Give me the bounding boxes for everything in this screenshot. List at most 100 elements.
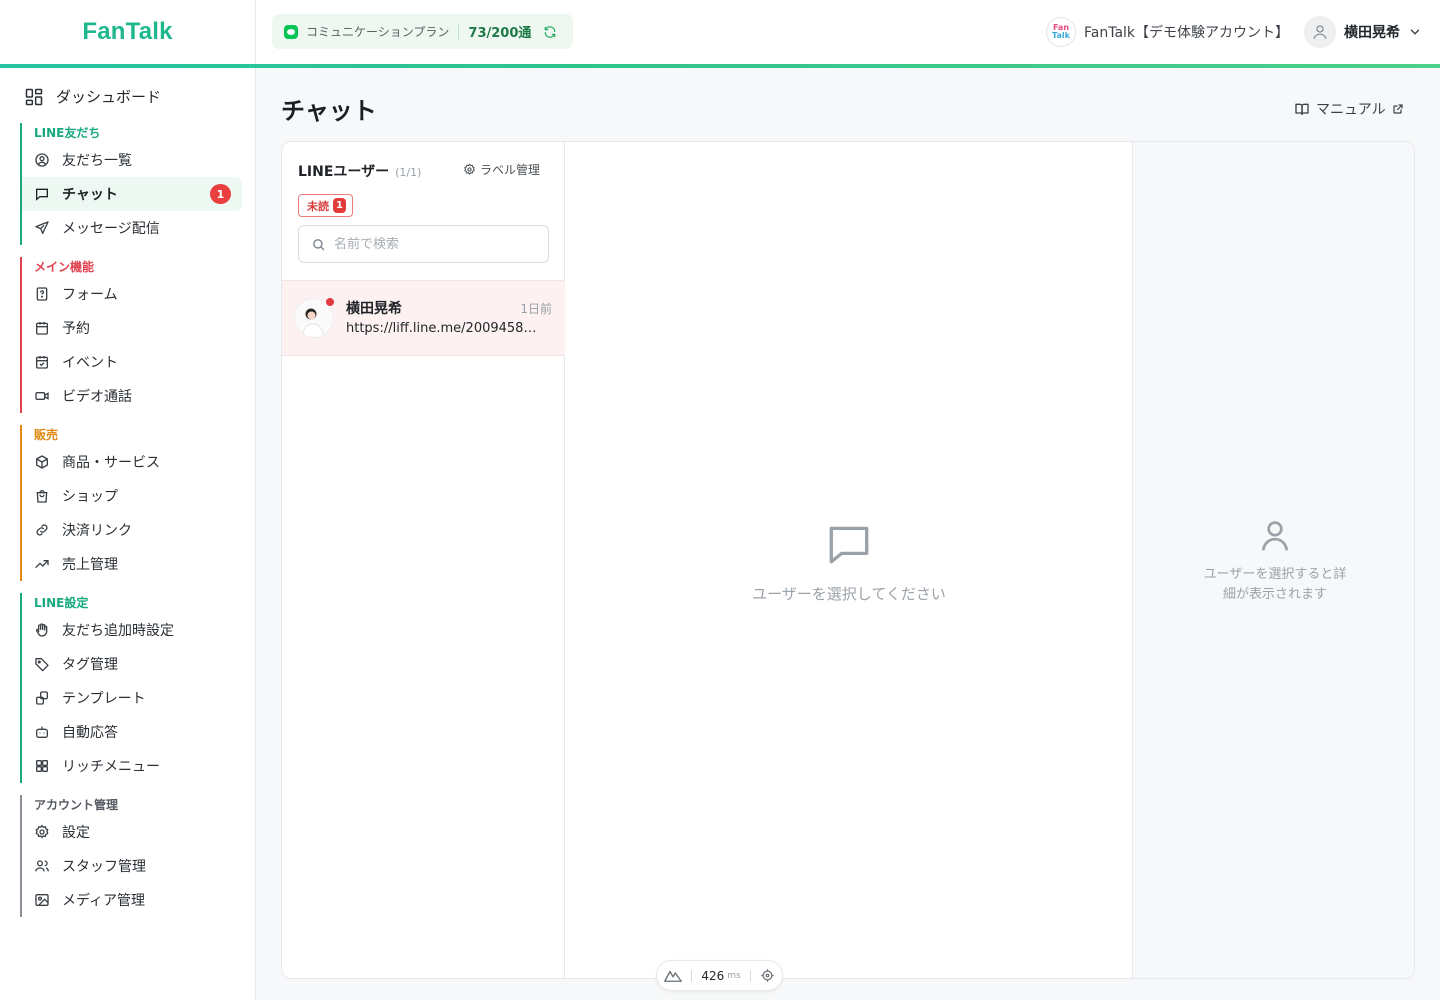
conversation-name: 横田晃希 (346, 301, 402, 317)
top-header: FanTalk コミュニケーションプラン 73/200通 Fan Talk Fan… (0, 0, 1440, 65)
sidebar-item-label: メディア管理 (62, 893, 146, 909)
sidebar-item-staff-management[interactable]: スタッフ管理 (22, 849, 242, 883)
calendar-icon (36, 322, 48, 335)
fantalk-logo[interactable]: FanTalk (82, 18, 172, 46)
sidebar-item-label: 自動応答 (62, 725, 118, 741)
gear-icon (464, 163, 475, 175)
chat-empty-state: ユーザーを選択してください (566, 142, 1132, 978)
sidebar-group-title: LINE設定 (34, 596, 89, 610)
label-manage-button[interactable]: ラベル管理 (463, 161, 540, 178)
sidebar-item-friends-list[interactable]: 友だち一覧 (22, 143, 242, 177)
conversation-item[interactable]: 横田晃希 1日前 https://liff.line.me/2009458… (282, 280, 565, 356)
sidebar-item-template[interactable]: テンプレート (22, 681, 242, 715)
form-icon (36, 287, 48, 301)
divider (458, 22, 460, 41)
sidebar-item-friend-add-settings[interactable]: 友だち追加時設定 (22, 613, 242, 647)
sidebar-item-shop[interactable]: ショップ (22, 479, 242, 513)
search-box (298, 225, 549, 263)
sidebar-item-form[interactable]: フォーム (22, 277, 242, 311)
user-icon (1261, 521, 1289, 551)
external-link-icon (1392, 104, 1403, 114)
chevron-down-icon (1410, 29, 1420, 35)
divider (691, 969, 693, 982)
chat-empty-text: ユーザーを選択してください (752, 584, 946, 603)
detail-empty-state: ユーザーを選択すると詳細が表示されます (1133, 142, 1414, 978)
label-manage-label: ラベル管理 (480, 163, 541, 177)
dashboard-icon (25, 88, 43, 105)
sidebar-group-title: メイン機能 (34, 260, 95, 274)
sidebar-item-label: スタッフ管理 (62, 859, 146, 875)
user-menu[interactable]: 横田晃希 (1304, 16, 1422, 48)
account-switcher[interactable]: Fan Talk FanTalk【デモ体験アカウント】 (1046, 17, 1289, 47)
sidebar-item-sales-management[interactable]: 売上管理 (22, 547, 242, 581)
plan-name: コミュニケーションプラン (306, 25, 450, 39)
sidebar-group-line-settings: LINE設定 友だち追加時設定 タグ管理 テンプレート 自動応答 リッチメニュー (20, 593, 242, 783)
manual-link[interactable]: マニュアル (1294, 99, 1404, 119)
refresh-icon[interactable] (543, 25, 557, 39)
plan-usage-count: 73/200通 (468, 26, 532, 41)
unread-count: 1 (333, 198, 346, 213)
crosshair-icon[interactable] (760, 968, 775, 983)
sidebar: ダッシュボード LINE友だち 友だち一覧 チャット 1 メッセージ配信 メイン… (0, 68, 256, 1000)
unread-filter-chip[interactable]: 未読 1 (298, 194, 353, 217)
sidebar-item-label: リッチメニュー (62, 759, 160, 775)
account-logo: Fan Talk (1046, 17, 1076, 47)
book-icon (1295, 103, 1309, 115)
link-icon (36, 524, 48, 536)
gear-icon (35, 824, 49, 839)
conversation-time: 1日前 (520, 302, 552, 316)
sidebar-item-dashboard[interactable]: ダッシュボード (24, 86, 161, 107)
sidebar-group-main-features: メイン機能 フォーム 予約 イベント ビデオ通話 (20, 257, 242, 413)
users-icon (35, 860, 49, 872)
user-list-count: (1/1) (395, 166, 422, 179)
chat-panel: LINEユーザー (1/1) ラベル管理 未読 1 横田晃希 1日前 https… (281, 141, 1415, 979)
render-time-value: 426 (701, 968, 725, 983)
sidebar-item-media-management[interactable]: メディア管理 (22, 883, 242, 917)
sidebar-item-label: タグ管理 (62, 657, 118, 673)
detail-empty-text: ユーザーを選択すると詳細が表示されます (1203, 567, 1347, 602)
account-name: FanTalk【デモ体験アカウント】 (1084, 25, 1290, 41)
sidebar-item-label: 設定 (62, 825, 90, 841)
sidebar-item-rich-menu[interactable]: リッチメニュー (22, 749, 242, 783)
sidebar-group-title: 販売 (34, 428, 59, 442)
image-icon (35, 894, 49, 906)
sidebar-item-reservation[interactable]: 予約 (22, 311, 242, 345)
sidebar-item-label: 友だち追加時設定 (62, 623, 174, 639)
dev-toolbar: 426 ms (656, 960, 783, 991)
sidebar-group-account: アカウント管理 設定 スタッフ管理 メディア管理 (20, 795, 242, 917)
user-list-title: LINEユーザー (298, 164, 390, 180)
sidebar-item-message-broadcast[interactable]: メッセージ配信 (22, 211, 242, 245)
unread-label: 未読 (307, 199, 329, 213)
sidebar-item-video-call[interactable]: ビデオ通話 (22, 379, 242, 413)
render-time-unit: ms (727, 970, 741, 981)
search-input[interactable] (334, 236, 534, 252)
manual-label: マニュアル (1316, 102, 1386, 118)
sidebar-item-label: イベント (62, 355, 118, 371)
line-icon (284, 24, 298, 39)
send-icon (35, 221, 49, 234)
user-circle-icon (35, 153, 49, 167)
sidebar-item-label: ショップ (62, 489, 118, 505)
sidebar-item-tag-management[interactable]: タグ管理 (22, 647, 242, 681)
logo-area[interactable]: FanTalk (0, 0, 256, 64)
search-icon (313, 238, 325, 250)
sidebar-item-settings[interactable]: 設定 (22, 815, 242, 849)
sidebar-item-products[interactable]: 商品・サービス (22, 445, 242, 479)
sidebar-item-label: ビデオ通話 (62, 389, 132, 405)
sidebar-group-line-friends: LINE友だち 友だち一覧 チャット 1 メッセージ配信 (20, 123, 242, 245)
chat-bubble-icon (829, 526, 869, 563)
user-avatar-icon (1304, 16, 1336, 48)
user-name: 横田晃希 (1344, 25, 1400, 41)
hand-icon (35, 623, 48, 637)
sidebar-item-payment-link[interactable]: 決済リンク (22, 513, 242, 547)
sidebar-item-chat[interactable]: チャット 1 (22, 177, 242, 211)
sidebar-item-auto-reply[interactable]: 自動応答 (22, 715, 242, 749)
calendar-check-icon (36, 356, 48, 369)
sidebar-item-event[interactable]: イベント (22, 345, 242, 379)
sidebar-item-label: フォーム (62, 287, 118, 303)
plan-usage-pill: コミュニケーションプラン 73/200通 (272, 14, 573, 49)
nuxt-icon[interactable] (664, 969, 683, 983)
box-icon (36, 455, 48, 469)
user-list-header: LINEユーザー (1/1) (298, 161, 421, 181)
sidebar-item-label: 売上管理 (62, 557, 118, 573)
